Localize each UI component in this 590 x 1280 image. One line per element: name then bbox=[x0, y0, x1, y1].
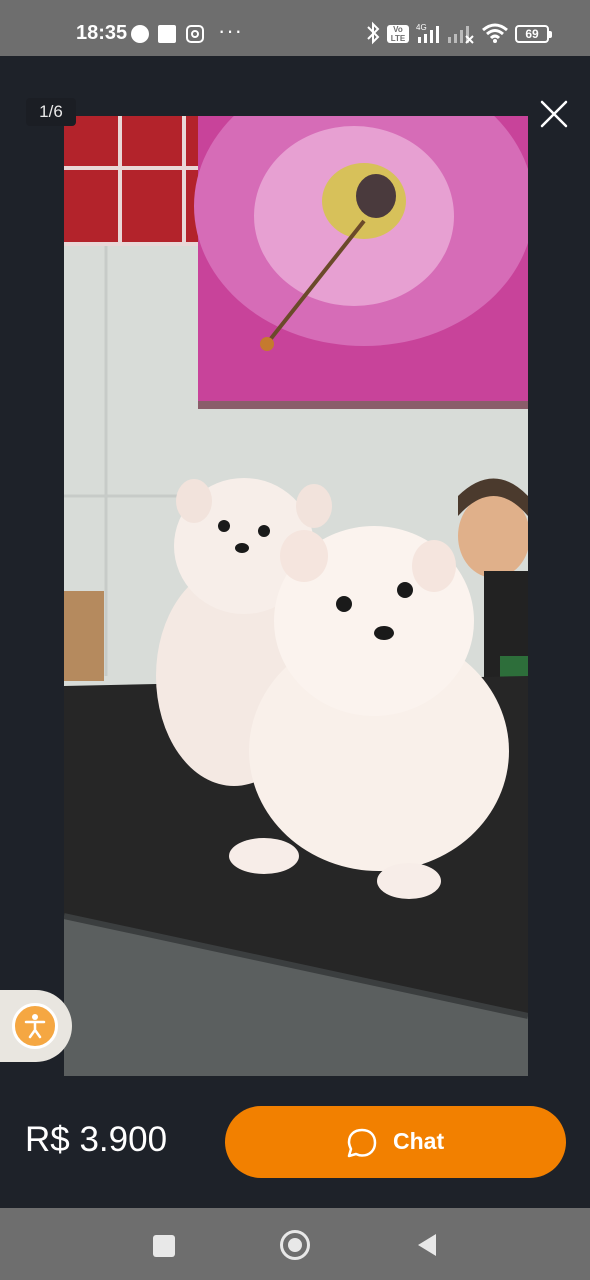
status-time: 18:35 bbox=[76, 22, 128, 44]
close-button[interactable] bbox=[536, 96, 572, 132]
chat-button-label: Chat bbox=[393, 1128, 445, 1154]
accessibility-button[interactable] bbox=[12, 1003, 58, 1049]
back-button[interactable] bbox=[415, 1232, 439, 1258]
signal-strength-icon: 4G bbox=[416, 23, 439, 43]
system-navigation-bar bbox=[0, 1208, 590, 1280]
more-notifications-icon: ··· bbox=[218, 18, 243, 43]
app-notification-icon bbox=[158, 25, 176, 43]
close-icon bbox=[540, 100, 568, 128]
photo-gallery: 1/6 R$ 3.900 Chat bbox=[0, 56, 590, 1208]
volte-icon: Vo LTE bbox=[387, 25, 409, 43]
signal-no-service-icon bbox=[448, 26, 474, 44]
chat-bubble-icon bbox=[347, 1128, 377, 1158]
recents-button[interactable] bbox=[153, 1235, 175, 1257]
home-button[interactable] bbox=[280, 1230, 310, 1260]
instagram-icon bbox=[186, 25, 204, 43]
accessibility-icon bbox=[24, 1014, 46, 1039]
status-bar: 18:35 ··· Vo LTE 4G 69 bbox=[0, 0, 590, 56]
listing-photo[interactable] bbox=[64, 116, 528, 1076]
accessibility-widget[interactable] bbox=[0, 990, 72, 1062]
photo-counter: 1/6 bbox=[26, 98, 76, 126]
puppies-photo-icon bbox=[64, 116, 528, 1076]
wifi-icon bbox=[482, 23, 508, 43]
bluetooth-icon bbox=[367, 21, 380, 45]
battery-icon: 69 bbox=[515, 25, 552, 43]
messenger-icon bbox=[131, 25, 149, 43]
network-type: 4G bbox=[416, 23, 427, 32]
listing-price: R$ 3.900 bbox=[25, 1120, 168, 1159]
chat-button[interactable]: Chat bbox=[225, 1106, 566, 1178]
